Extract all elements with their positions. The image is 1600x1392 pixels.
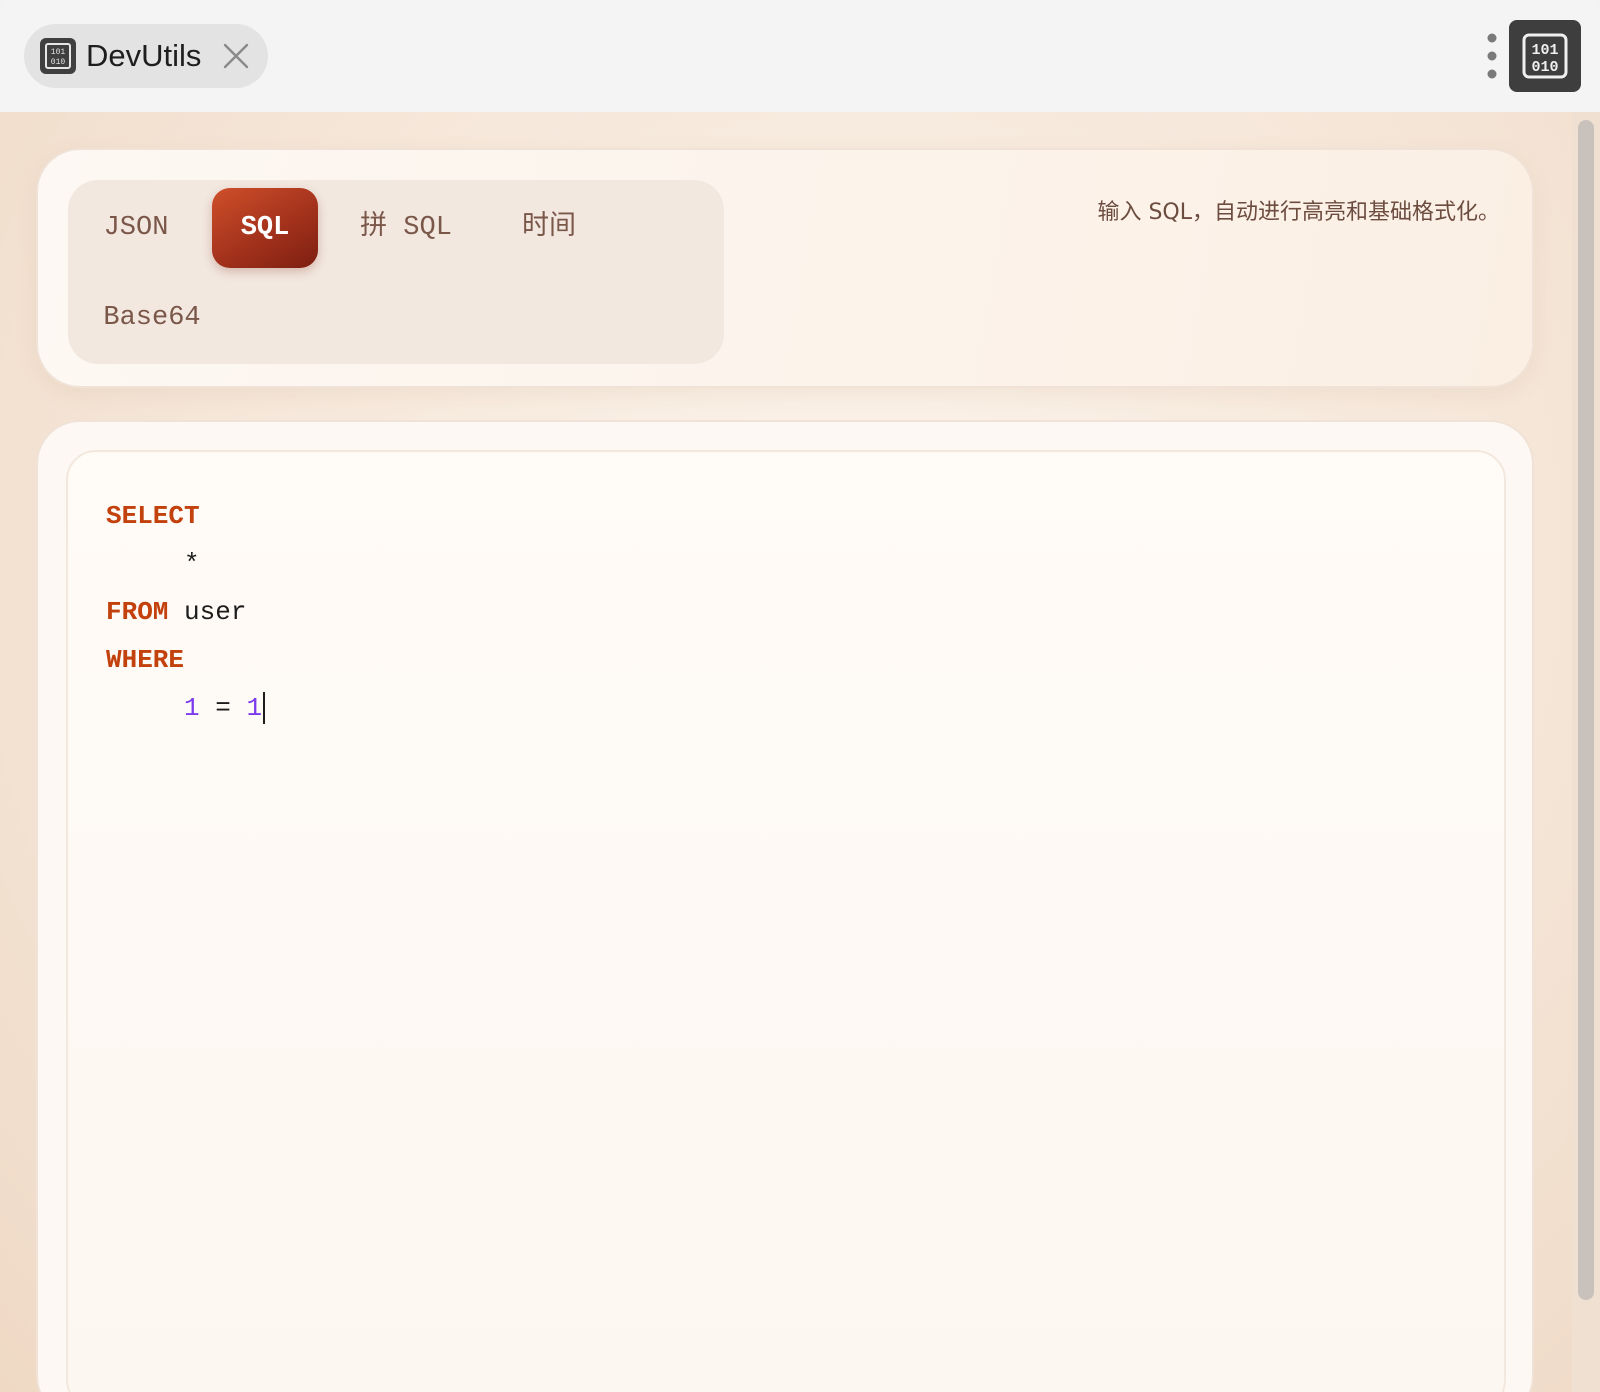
tab-build-sql[interactable]: 拼 SQL (344, 188, 468, 268)
tool-tabs: JSON SQL 拼 SQL 时间 Base64 (68, 180, 724, 364)
sql-identifier: user (184, 597, 247, 627)
binary-code-icon: 101 010 (1522, 33, 1568, 79)
code-line: 1 = 1 (106, 684, 266, 732)
code-line: SELECT (106, 492, 265, 540)
sql-editor[interactable]: SELECT * FROM user WHERE 1 = 1 (66, 450, 1506, 1392)
extension-button[interactable]: 101 010 (1509, 20, 1581, 92)
app-window: 101 010 DevUtils 101 010 JSON SQL 拼 SQL … (0, 0, 1600, 1392)
sql-number: 1 (246, 693, 263, 723)
sql-keyword: FROM (106, 597, 169, 627)
svg-text:010: 010 (51, 58, 66, 67)
tab-time[interactable]: 时间 (504, 188, 594, 268)
sql-token: * (184, 549, 200, 579)
editor-card: SELECT * FROM user WHERE 1 = 1 (36, 420, 1534, 1392)
binary-code-icon: 101 010 (40, 38, 76, 74)
title-bar: 101 010 DevUtils 101 010 (0, 0, 1600, 112)
svg-text:010: 010 (1531, 59, 1558, 76)
tab-base64[interactable]: Base64 (88, 278, 216, 358)
tool-hint: 输入 SQL，自动进行高亮和基础格式化。 (1097, 200, 1500, 225)
sql-keyword: WHERE (106, 645, 185, 675)
tool-selector-card: JSON SQL 拼 SQL 时间 Base64 输入 SQL，自动进行高亮和基… (36, 148, 1534, 388)
text-caret (263, 692, 266, 725)
svg-text:101: 101 (1531, 42, 1558, 59)
sql-number: 1 (184, 693, 200, 723)
code-line: FROM user (106, 588, 265, 636)
tab-sql[interactable]: SQL (212, 188, 318, 268)
scrollbar-thumb[interactable] (1578, 120, 1594, 1300)
browser-tab[interactable]: 101 010 DevUtils (24, 24, 268, 88)
sql-operator: = (215, 693, 231, 723)
tab-json[interactable]: JSON (88, 188, 184, 268)
tab-title: DevUtils (86, 38, 202, 73)
code-line: * (106, 540, 265, 588)
code-line: WHERE (106, 636, 265, 684)
more-vertical-icon[interactable] (1478, 30, 1506, 82)
close-icon[interactable] (222, 42, 250, 70)
code-block: SELECT * FROM user WHERE 1 = 1 (106, 492, 266, 732)
sql-keyword: SELECT (106, 501, 200, 531)
content-area: JSON SQL 拼 SQL 时间 Base64 输入 SQL，自动进行高亮和基… (0, 112, 1572, 1392)
svg-text:101: 101 (51, 48, 66, 57)
